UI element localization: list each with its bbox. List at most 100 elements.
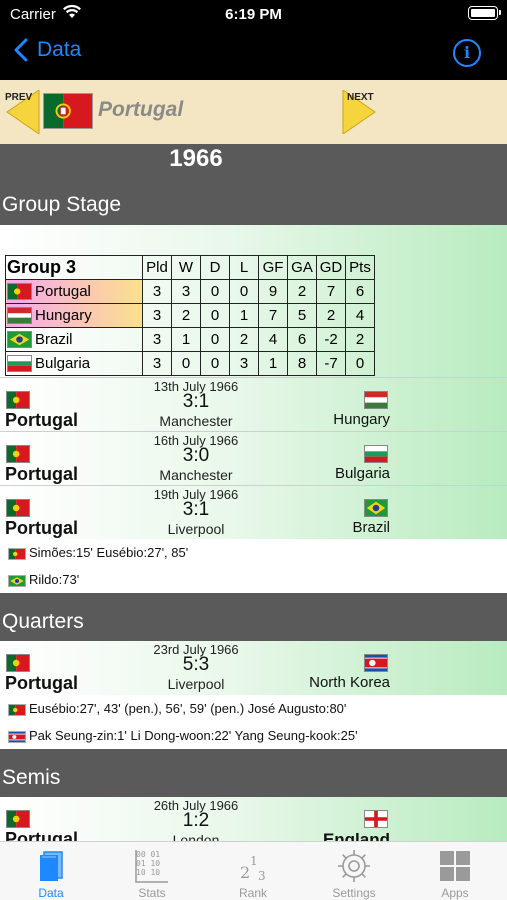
match-score: 5:3 [182,654,210,675]
table-row[interactable]: Hungary 3 2 0 1 7 5 2 4 [5,303,375,328]
table-cell: 6 [287,327,317,352]
hungary-flag-icon [364,391,388,409]
chevron-left-icon [14,38,28,62]
quarters-scorers-panel: Eusébio:27', 43' (pen.), 56', 59' (pen.)… [0,695,507,749]
bulgaria-flag-icon [7,355,32,373]
tab-bar: Data 00 01 01 10 10 10 Stats 2 1 3 Rank … [0,841,507,900]
match-row[interactable]: 19th July 1966 Portugal 3:1 Liverpool Br… [0,485,507,539]
binary-stats-icon: 00 01 01 10 10 10 [135,850,168,883]
bulgaria-flag-icon [364,445,388,463]
table-row[interactable]: Portugal 3 3 0 0 9 2 7 6 [5,279,375,304]
away-team: England [322,830,390,841]
table-cell: 0 [229,279,259,304]
grid-icon [440,851,470,881]
team-label: Portugal [35,282,91,300]
match-venue: Liverpool [167,521,225,537]
prev-team-button[interactable]: PREV [5,89,41,139]
table-cell: 0 [171,351,201,376]
team-name: Portugal [98,98,184,121]
battery-icon [468,6,501,20]
table-cell: 3 [142,303,172,328]
tab-settings[interactable]: Settings [309,846,399,900]
table-cell: 3 [171,279,201,304]
match-row[interactable]: 23rd July 1966 Portugal 5:3 Liverpool No… [0,641,507,695]
brazil-flag-icon [8,574,26,587]
table-cell: 2 [229,327,259,352]
tab-label: Apps [441,886,469,900]
tab-label: Rank [238,886,267,900]
svg-text:00 01: 00 01 [136,850,160,859]
tab-data[interactable]: Data [6,846,96,900]
column-header: D [200,255,230,280]
table-cell: -2 [316,327,346,352]
svg-text:1: 1 [250,854,258,868]
table-cell: 6 [345,279,375,304]
table-cell: 3 [142,327,172,352]
table-cell: 1 [258,351,288,376]
away-team: North Korea [309,674,390,691]
tab-rank[interactable]: 2 1 3 Rank [208,846,298,900]
table-row[interactable]: Brazil 3 1 0 2 4 6 -2 2 [5,327,375,352]
prev-label: PREV [5,92,33,103]
brazil-flag-icon [7,331,32,349]
team-header: PREV Portugal NEXT [0,80,507,144]
table-cell: 1 [171,327,201,352]
team-cell: Bulgaria [5,351,143,376]
match-row[interactable]: 26th July 1966 Portugal 1:2 London Engla… [0,797,507,841]
column-header: GA [287,255,317,280]
table-cell: 2 [171,303,201,328]
table-cell: 9 [258,279,288,304]
section-title-semis: Semis [2,766,61,789]
section-title-group-stage: Group Stage [2,193,122,216]
scorer-text: Eusébio:27', 43' (pen.), 56', 59' (pen.)… [29,701,347,716]
table-cell: 7 [258,303,288,328]
svg-text:01 10: 01 10 [136,859,160,868]
north-korea-flag-icon [364,654,388,672]
tab-stats[interactable]: 00 01 01 10 10 10 Stats [107,846,197,900]
group-name: Group 3 [5,255,143,280]
match-row[interactable]: 16th July 1966 Portugal 3:0 Manchester B… [0,431,507,485]
north-korea-flag-icon [8,730,26,743]
clock: 6:19 PM [225,6,282,23]
scorer-text: Simões:15' Eusébio:27', 85' [29,545,189,560]
back-button[interactable]: Data [14,38,81,62]
scorer-line: Pak Seung-zin:1' Li Dong-woon:22' Yang S… [0,722,507,749]
column-header: Pts [345,255,375,280]
column-header: W [171,255,201,280]
tab-apps[interactable]: Apps [410,846,500,900]
table-cell: 5 [287,303,317,328]
table-cell: 0 [200,279,230,304]
navigation-bar: Data i [0,30,507,80]
section-title-quarters: Quarters [2,610,84,633]
next-label: NEXT [347,92,374,103]
england-flag-icon [364,810,388,828]
table-cell: 0 [200,327,230,352]
team-cell: Brazil [5,327,143,352]
table-cell: 0 [200,303,230,328]
table-cell: 1 [229,303,259,328]
next-team-button[interactable]: NEXT [341,89,377,139]
match-row[interactable]: 13th July 1966 Portugal 3:1 Manchester H… [0,377,507,431]
portugal-flag-icon [8,703,26,716]
table-cell: 4 [345,303,375,328]
team-cell: Portugal [5,279,143,304]
scorer-line: Eusébio:27', 43' (pen.), 56', 59' (pen.)… [0,695,507,722]
svg-text:10 10: 10 10 [136,868,160,877]
tab-label: Stats [138,886,166,900]
book-icon [40,851,63,881]
table-row[interactable]: Bulgaria 3 0 0 3 1 8 -7 0 [5,351,375,376]
scorer-text: Pak Seung-zin:1' Li Dong-woon:22' Yang S… [29,728,358,743]
table-cell: -7 [316,351,346,376]
team-cell: Hungary [5,303,143,328]
portugal-flag-icon [8,547,26,560]
year-title: 1966 [169,145,223,172]
info-icon[interactable]: i [453,39,481,67]
standings-table: Group 3 Pld W D L GF GA GD Pts Portugal … [5,255,375,376]
content-scroll[interactable]: 1966 Group Stage Group 3 Pld W D L GF GA… [0,144,507,841]
match-score: 3:1 [182,391,210,412]
table-cell: 2 [345,327,375,352]
svg-text:3: 3 [258,869,266,883]
tab-label: Data [38,886,64,900]
match-score: 3:1 [182,499,210,520]
table-cell: 4 [258,327,288,352]
